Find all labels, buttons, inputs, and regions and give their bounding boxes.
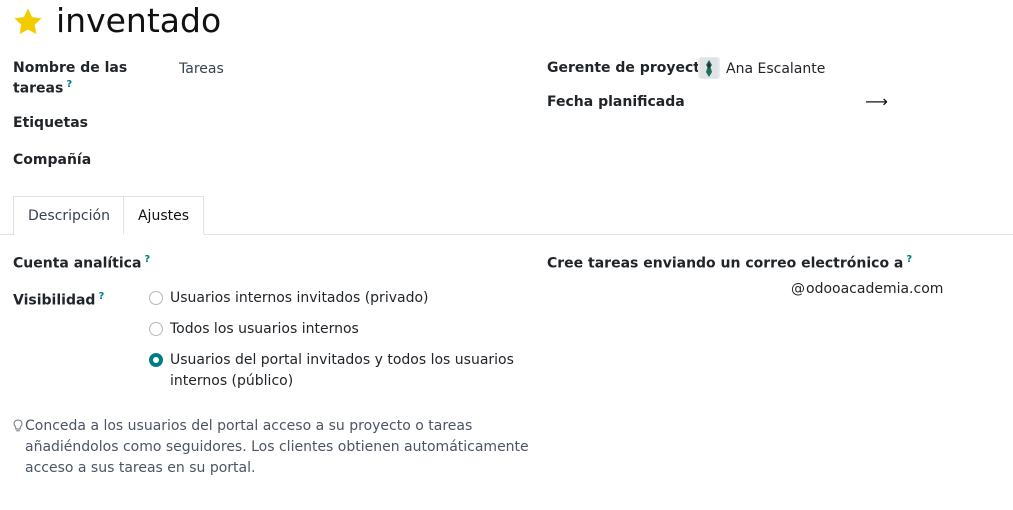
avatar	[698, 57, 720, 79]
option-public-label-line1: Usuarios del portal invitados y todos lo…	[170, 352, 514, 368]
option-public-label-line2: internos (público)	[170, 373, 294, 389]
project-manager-label: Gerente de proyecto	[547, 60, 710, 76]
date-range-arrow-icon: ⟶	[865, 92, 888, 111]
radio-internal[interactable]	[149, 322, 163, 336]
planned-date-label: Fecha planificada	[547, 94, 685, 110]
planned-date-end-field[interactable]	[886, 92, 1006, 114]
task-name-field[interactable]: Tareas	[179, 61, 224, 77]
tags-field[interactable]	[179, 112, 519, 134]
tab-description[interactable]: Descripción	[13, 196, 124, 235]
visibility-label-text: Visibilidad	[13, 292, 96, 309]
option-public-label[interactable]: Usuarios del portal invitados y todos lo…	[170, 350, 514, 392]
lightbulb-icon	[13, 419, 23, 432]
tags-label: Etiquetas	[13, 115, 89, 131]
analytic-account-label: Cuenta analítica?	[13, 254, 150, 272]
task-name-help-icon[interactable]: ?	[66, 79, 72, 90]
email-domain: odooacademia.com	[806, 281, 944, 297]
option-internal-label[interactable]: Todos los usuarios internos	[170, 319, 359, 340]
task-name-label-line2: tareas	[13, 80, 64, 97]
planned-date-start-field[interactable]	[700, 92, 860, 114]
hint-line2: añadiéndolos como seguidores. Los client…	[25, 439, 529, 455]
company-label: Compañía	[13, 152, 92, 168]
favorite-star-icon[interactable]	[12, 6, 44, 38]
option-private-label[interactable]: Usuarios internos invitados (privado)	[170, 288, 428, 309]
project-manager-field[interactable]: Ana Escalante	[726, 61, 825, 77]
email-alias-label: Cree tareas enviando un correo electróni…	[547, 254, 912, 272]
visibility-label: Visibilidad?	[13, 291, 104, 309]
person-icon	[700, 58, 718, 78]
visibility-help-icon[interactable]: ?	[98, 291, 104, 302]
company-field[interactable]	[179, 149, 519, 171]
hint-line1: Conceda a los usuarios del portal acceso…	[25, 418, 473, 434]
email-at-sign: @	[791, 281, 805, 297]
radio-public[interactable]	[149, 353, 163, 367]
radio-private[interactable]	[149, 291, 163, 305]
hint-line3: acceso a sus tareas en su portal.	[25, 460, 256, 476]
email-help-icon[interactable]: ?	[906, 254, 912, 265]
email-alias-label-text: Cree tareas enviando un correo electróni…	[547, 255, 904, 272]
analytic-account-field[interactable]	[179, 251, 519, 273]
visibility-hint: Conceda a los usuarios del portal acceso…	[25, 416, 529, 479]
tab-settings[interactable]: Ajustes	[123, 196, 204, 236]
record-title[interactable]: inventado	[56, 1, 221, 40]
email-alias-input[interactable]	[700, 278, 788, 300]
tab-description-label: Descripción	[28, 208, 110, 224]
tab-settings-label: Ajustes	[137, 207, 190, 224]
task-name-label-line1: Nombre de las	[13, 60, 128, 76]
task-name-label: Nombre de las tareas?	[13, 60, 127, 97]
analytic-help-icon[interactable]: ?	[144, 254, 150, 265]
analytic-account-label-text: Cuenta analítica	[13, 255, 142, 272]
